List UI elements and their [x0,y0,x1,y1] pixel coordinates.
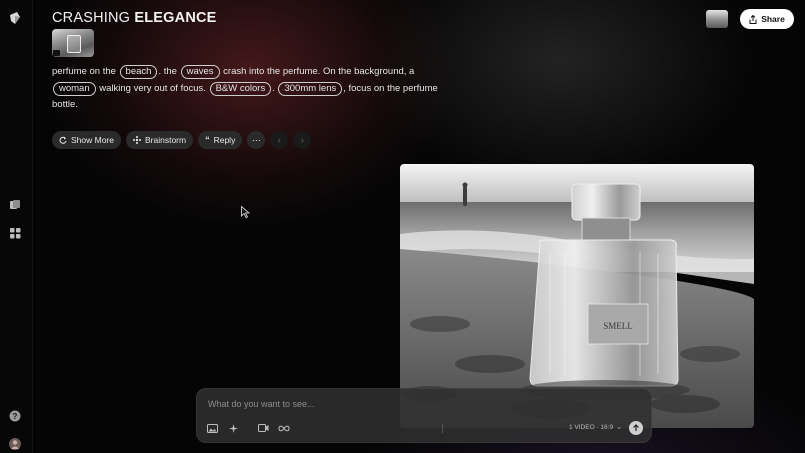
send-button[interactable] [629,421,643,435]
show-more-label: Show More [71,135,114,145]
previous-button[interactable]: ‹ [270,131,289,149]
share-label: Share [761,14,785,24]
sparkle-icon[interactable] [227,422,239,434]
recent-generation-thumbnail[interactable] [706,10,728,28]
svg-text:?: ? [13,412,18,421]
chip-waves[interactable]: waves [180,65,220,79]
title-light: CRASHING [52,10,131,26]
quote-icon: “ [205,135,210,145]
prompt-segment: . [272,82,275,94]
prompt-text: perfume on the beach. the waves crash in… [52,64,452,114]
reference-thumbnail[interactable] [52,29,94,57]
more-options-button[interactable]: ⋯ [247,131,266,149]
add-image-icon[interactable] [206,422,218,434]
prompt-segment: perfume on the [52,66,116,77]
avatar[interactable] [7,436,23,452]
video-icon[interactable] [257,422,269,434]
chip-300mm-lens[interactable]: 300mm lens [278,81,343,96]
title-bold: ELEGANCE [134,10,217,26]
chip-bw-colors[interactable]: B&W colors [209,81,272,96]
loop-icon[interactable] [278,422,290,434]
prompt-segment: walking very out of focus. [99,82,206,94]
brainstorm-button[interactable]: Brainstorm [126,131,194,149]
settings-label: 1 VIDEO · 16:9 [569,423,614,431]
grid-icon[interactable] [7,225,23,241]
help-icon[interactable]: ? [7,408,23,424]
brainstorm-icon [133,136,141,144]
divider [442,424,443,433]
action-bar: Show More Brainstorm “ Reply ⋯ ‹ › [52,131,312,149]
image-type-icon [53,50,60,56]
page-title: CRASHING ELEGANCE [52,10,217,26]
prompt-segment: crash into the perfume. On the backgroun… [223,66,415,77]
arrow-up-icon [633,424,639,431]
mouse-cursor-icon [241,206,250,218]
chevron-right-icon: › [300,134,304,146]
bottle-label: SMELL [603,321,633,331]
show-more-button[interactable]: Show More [52,131,121,149]
share-button[interactable]: Share [740,9,794,29]
thumbnail-bottle [67,35,81,53]
sidebar: ? [0,0,33,453]
ellipsis-icon: ⋯ [251,135,261,145]
chip-beach[interactable]: beach [119,65,158,79]
prompt-composer: 1 VIDEO · 16:9 ⌄ [196,388,652,443]
chevron-down-icon: ⌄ [616,424,622,431]
chip-woman[interactable]: woman [53,81,96,96]
chevron-left-icon: ‹ [277,134,281,146]
prompt-segment: . the [158,66,177,77]
brainstorm-label: Brainstorm [145,135,187,145]
reply-label: Reply [213,135,236,145]
next-button[interactable]: › [293,131,312,149]
generation-settings-dropdown[interactable]: 1 VIDEO · 16:9 ⌄ [569,423,622,432]
app-logo-icon[interactable] [7,10,23,26]
boards-icon[interactable] [7,196,23,212]
reply-button[interactable]: “ Reply [198,131,243,149]
refresh-icon [59,136,67,144]
prompt-input[interactable] [206,395,640,413]
share-icon [749,14,757,24]
